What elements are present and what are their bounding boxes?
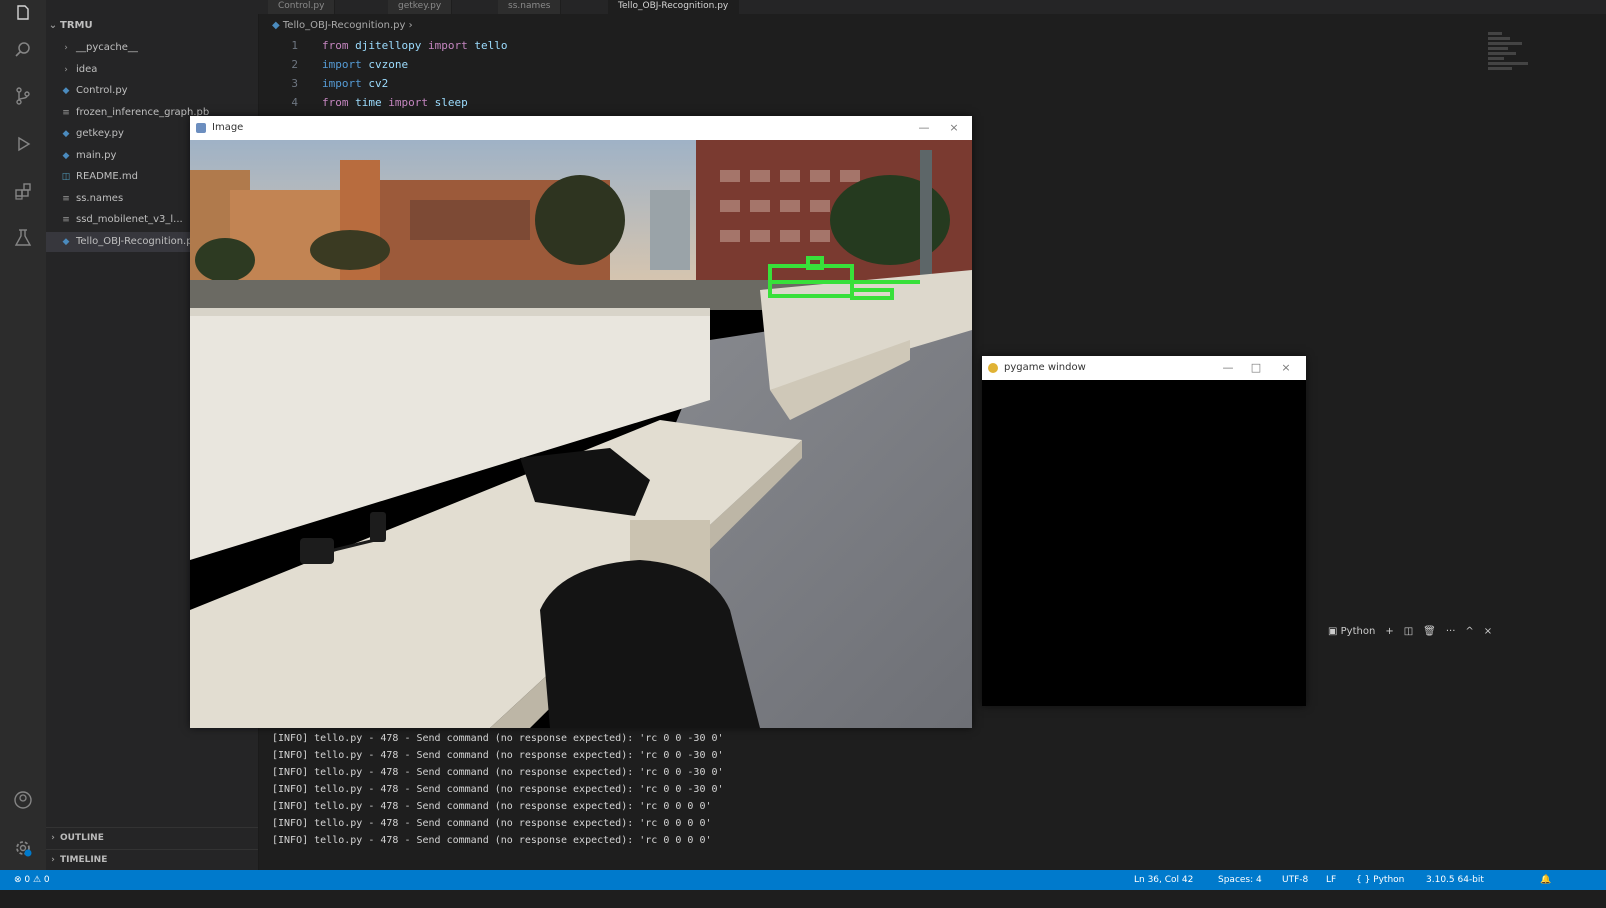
status-bar: ⊗ 0 ⚠ 0 Ln 36, Col 42 Spaces: 4 UTF-8 LF… — [0, 870, 1606, 890]
explorer-root[interactable]: ⌄ TRMU — [46, 16, 258, 36]
chevron-right-icon: › — [51, 833, 55, 843]
more-actions-button[interactable]: ··· — [1446, 622, 1456, 642]
settings-gear-icon[interactable] — [9, 834, 37, 862]
terminal-line: [INFO] tello.py - 478 - Send command (no… — [272, 818, 712, 829]
app-icon — [196, 123, 206, 133]
tree-item-label: ss.names — [76, 192, 124, 204]
code-line: 2 import cvzone — [291, 58, 409, 71]
chevron-right-icon: › — [408, 20, 413, 31]
pygame-snake-icon — [988, 363, 998, 373]
notifications-bell-icon[interactable]: 🔔 — [1540, 870, 1551, 890]
timeline-section[interactable]: › TIMELINE — [46, 849, 258, 870]
gadget-device — [300, 538, 334, 564]
tab-tello-obj-recognition[interactable]: Tello_OBJ-Recognition.py — [608, 0, 740, 14]
folder-icon: › — [64, 43, 68, 53]
python-file-icon: ◆ — [272, 20, 280, 31]
file-icon: ≡ — [62, 215, 70, 225]
code-editor[interactable]: 1 from djitellopy import tello 2 import cv… — [258, 36, 978, 112]
minimap[interactable] — [1488, 30, 1548, 120]
source-control-icon[interactable] — [9, 82, 37, 110]
editor-tab-bar: Control.py getkey.py ss.names Tello_OBJ-… — [258, 0, 1606, 14]
file-icon: ≡ — [62, 193, 70, 204]
activity-bar — [0, 0, 46, 890]
terminal-line: [INFO] tello.py - 478 - Send command (no… — [272, 733, 724, 744]
folder-icon: › — [64, 64, 68, 75]
code-line: 1 from djitellopy import tello — [291, 39, 508, 52]
close-button[interactable]: × — [1274, 356, 1298, 380]
language-mode[interactable]: { } Python — [1356, 870, 1404, 890]
python-icon: ◆ — [62, 150, 70, 161]
tree-item-label: getkey.py — [76, 128, 124, 139]
pygame-canvas[interactable] — [982, 380, 1306, 706]
terminal-line: [INFO] tello.py - 478 - Send command (no… — [272, 784, 724, 795]
chevron-right-icon: › — [51, 855, 55, 865]
file-icon: ≡ — [62, 107, 70, 118]
split-terminal-button[interactable]: ◫ — [1404, 622, 1413, 642]
pygame-window-titlebar[interactable]: pygame window — □ × — [982, 356, 1306, 380]
code-line: 4 from time import sleep — [291, 96, 468, 109]
kill-terminal-button[interactable]: 🗑 — [1423, 622, 1436, 642]
terminal-icon: ▣ — [1328, 626, 1341, 637]
problems-status[interactable]: ⊗ 0 ⚠ 0 — [14, 870, 50, 890]
tree-item-label: README.md — [76, 171, 139, 182]
camera-feed-image — [190, 140, 972, 728]
tree-item-label: ssd_mobilenet_v3_l... — [76, 214, 183, 225]
explorer-icon[interactable] — [9, 0, 37, 28]
close-button[interactable]: × — [942, 116, 966, 140]
markdown-icon: ◫ — [61, 172, 71, 182]
image-window[interactable]: Image — × — [190, 116, 972, 728]
tree-item-label: Tello_OBJ-Recognition.py — [76, 235, 199, 247]
terminal-line: [INFO] tello.py - 478 - Send command (no… — [272, 767, 724, 778]
tree-folder[interactable]: › idea — [46, 60, 258, 80]
terminal-line: [INFO] tello.py - 478 - Send command (no… — [272, 750, 724, 761]
tab-control[interactable]: Control.py — [268, 0, 336, 14]
python-interpreter[interactable]: 3.10.5 64-bit — [1426, 870, 1484, 890]
tree-item-label: Control.py — [76, 85, 128, 96]
camera-scene — [190, 140, 972, 728]
pygame-window[interactable]: pygame window — □ × — [982, 356, 1306, 706]
outline-section[interactable]: › OUTLINE — [46, 827, 258, 848]
python-icon: ◆ — [62, 86, 70, 96]
maximize-button[interactable]: □ — [1244, 356, 1268, 380]
chevron-down-icon: ⌄ — [48, 20, 58, 31]
tab-getkey[interactable]: getkey.py — [388, 0, 453, 14]
tree-item-label: idea — [76, 63, 98, 75]
python-icon: ◆ — [62, 129, 70, 139]
account-icon[interactable] — [9, 786, 37, 814]
terminal-panel[interactable]: [INFO] tello.py - 478 - Send command (no… — [258, 730, 1606, 870]
tree-folder[interactable]: › __pycache__ — [46, 38, 258, 58]
tree-item-label: __pycache__ — [76, 42, 138, 53]
encoding-status[interactable]: UTF-8 — [1282, 870, 1308, 890]
terminal-toolbar: ▣ Python + ◫ 🗑 ··· ^ × — [1328, 622, 1492, 642]
tree-file[interactable]: ◆ Control.py — [46, 81, 258, 101]
extensions-icon[interactable] — [9, 178, 37, 206]
code-line: 3 import cv2 — [291, 77, 389, 90]
maximize-panel-button[interactable]: ^ — [1465, 622, 1473, 642]
new-terminal-button[interactable]: + — [1385, 622, 1393, 642]
breadcrumb[interactable]: ◆ Tello_OBJ-Recognition.py › — [272, 18, 413, 34]
run-debug-icon[interactable] — [9, 130, 37, 158]
minimize-button[interactable]: — — [912, 116, 936, 140]
cursor-position[interactable]: Ln 36, Col 42 — [1134, 870, 1193, 890]
indentation-status[interactable]: Spaces: 4 — [1218, 870, 1262, 890]
python-icon: ◆ — [62, 236, 70, 247]
terminal-line: [INFO] tello.py - 478 - Send command (no… — [272, 835, 712, 846]
eol-status[interactable]: LF — [1326, 870, 1336, 890]
search-icon[interactable] — [9, 36, 37, 64]
close-panel-button[interactable]: × — [1484, 622, 1492, 642]
testing-icon[interactable] — [9, 224, 37, 252]
tab-ss-names[interactable]: ss.names — [498, 0, 562, 14]
tree-item-label: main.py — [76, 149, 117, 161]
minimize-button[interactable]: — — [1216, 356, 1240, 380]
terminal-line: [INFO] tello.py - 478 - Send command (no… — [272, 801, 712, 812]
terminal-shell-selector[interactable]: ▣ Python — [1328, 622, 1375, 642]
image-window-titlebar[interactable]: Image — × — [190, 116, 972, 140]
